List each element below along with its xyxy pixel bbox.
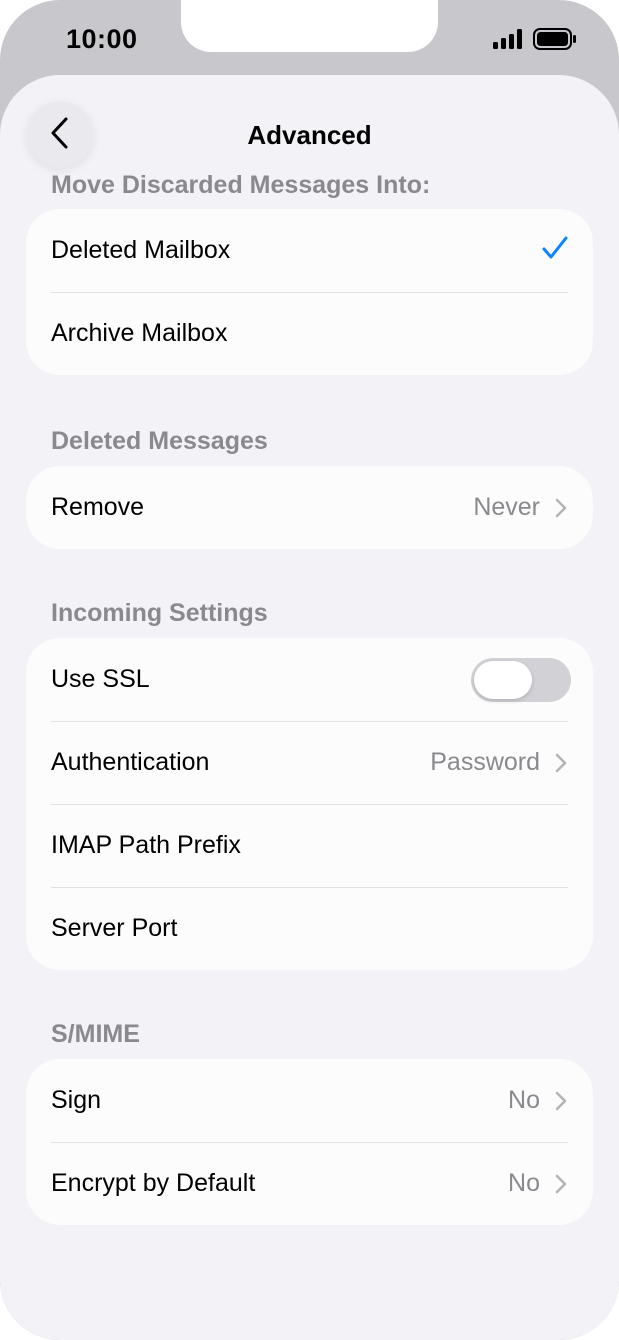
row-value: Password [430,748,540,776]
chevron-right-icon [554,752,568,774]
signal-icon [493,29,525,54]
option-deleted-mailbox[interactable]: Deleted Mailbox [26,209,593,292]
row-value: No [508,1169,540,1197]
use-ssl-toggle[interactable] [471,657,571,702]
row-value: No [508,1086,540,1114]
row-label: Deleted Mailbox [51,236,231,264]
row-remove[interactable]: Remove Never [26,466,593,549]
chevron-right-icon [554,1173,568,1195]
chevron-right-icon [554,497,568,519]
smime-group: Sign No Encrypt by Default No [26,1059,593,1225]
row-label: Use SSL [51,665,150,693]
incoming-settings-group: Use SSL Authentication Password IMAP Pat… [26,638,593,970]
row-value: Never [473,493,540,521]
row-label: Remove [51,493,145,521]
row-label: Encrypt by Default [51,1169,256,1197]
row-label: Archive Mailbox [51,319,228,347]
section-header-move-discarded: Move Discarded Messages Into: [51,171,431,199]
battery-icon [533,28,577,55]
chevron-right-icon [554,1090,568,1112]
row-authentication[interactable]: Authentication Password [26,721,593,804]
page-title: Advanced [247,120,372,150]
row-server-port[interactable]: Server Port [26,887,593,970]
row-imap-path-prefix[interactable]: IMAP Path Prefix [26,804,593,887]
row-sign[interactable]: Sign No [26,1059,593,1142]
move-discarded-group: Deleted Mailbox Archive Mailbox [26,209,593,375]
deleted-messages-group: Remove Never [26,466,593,549]
notch [181,0,438,52]
section-header-incoming-settings: Incoming Settings [51,599,268,627]
row-use-ssl: Use SSL [26,638,593,721]
settings-sheet: Advanced Move Discarded Messages Into: D… [0,75,619,1340]
toggle-knob [474,660,532,699]
status-time: 10:00 [66,24,138,54]
status-icons [493,28,577,55]
row-label: Sign [51,1086,102,1114]
section-header-smime: S/MIME [51,1020,140,1048]
row-label: IMAP Path Prefix [51,831,241,859]
row-label: Authentication [51,748,210,776]
option-archive-mailbox[interactable]: Archive Mailbox [26,292,593,375]
phone-frame: 10:00 Advanced Move Discarded Messages I… [0,0,619,1340]
section-header-deleted-messages: Deleted Messages [51,427,268,455]
row-encrypt-by-default[interactable]: Encrypt by Default No [26,1142,593,1225]
row-label: Server Port [51,914,178,942]
checkmark-icon [542,236,568,265]
